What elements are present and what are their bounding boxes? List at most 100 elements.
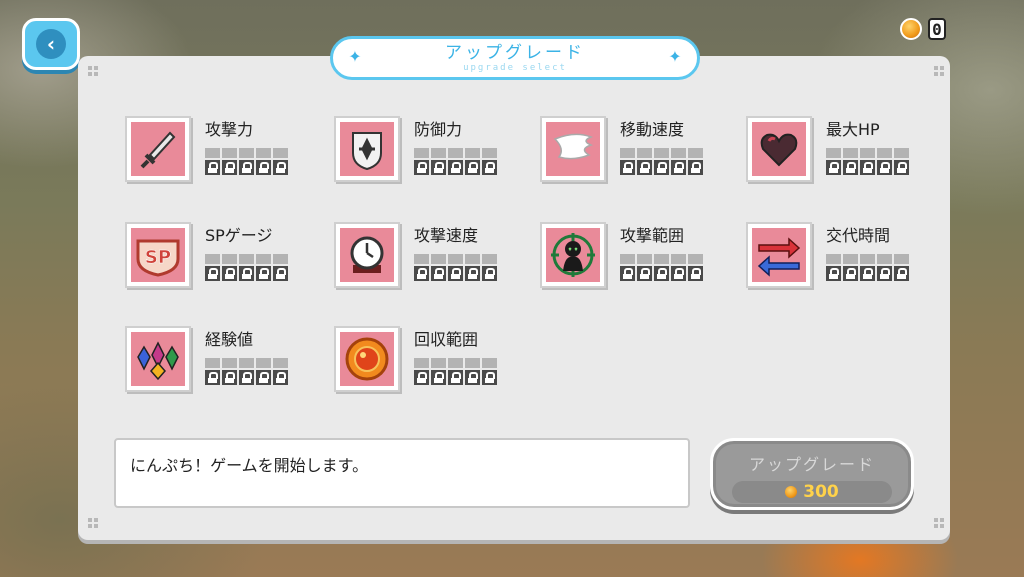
lock-row <box>414 160 497 175</box>
lock-icon <box>273 266 288 281</box>
level-bar <box>826 148 909 158</box>
coin-counter: 0 <box>900 18 946 40</box>
lock-icon <box>637 160 652 175</box>
lock-icon <box>222 160 237 175</box>
level-bar <box>826 254 909 264</box>
coin-icon <box>900 18 922 40</box>
svg-text:SP: SP <box>145 247 171 268</box>
lock-icon <box>482 370 497 385</box>
lock-icon <box>671 160 686 175</box>
lock-row <box>205 160 288 175</box>
upgrade-cost-value: 300 <box>803 482 839 502</box>
panel-corner-dots <box>934 66 944 76</box>
lock-icon <box>620 266 635 281</box>
upgrade-item-sp-gauge[interactable]: SP SPゲージ <box>125 222 315 302</box>
upgrade-item-max-hp[interactable]: 最大HP <box>746 116 936 196</box>
lock-icon <box>860 160 875 175</box>
lock-icon <box>620 160 635 175</box>
level-bar <box>620 254 703 264</box>
upgrade-item-defense[interactable]: 防御力 <box>334 116 524 196</box>
chevron-left-icon: ‹ <box>36 29 66 59</box>
sword-icon <box>140 131 176 169</box>
heart-icon <box>760 133 798 167</box>
upgrade-name: 攻撃範囲 <box>620 226 685 245</box>
shield-icon <box>352 132 382 171</box>
lock-icon <box>688 266 703 281</box>
level-bar <box>414 358 497 368</box>
coin-icon <box>785 486 798 498</box>
lock-icon <box>205 160 220 175</box>
level-bar <box>205 254 288 264</box>
upgrade-cost: 300 <box>732 481 892 503</box>
lock-icon <box>431 370 446 385</box>
lock-icon <box>894 266 909 281</box>
lock-icon <box>654 160 669 175</box>
lock-icon <box>826 266 841 281</box>
upgrade-item-attack-speed[interactable]: 攻撃速度 <box>334 222 524 302</box>
level-bar <box>414 148 497 158</box>
panel-corner-dots <box>934 518 944 528</box>
lock-icon <box>239 370 254 385</box>
lock-icon <box>273 160 288 175</box>
shuriken-icon: ✦ <box>668 47 682 66</box>
panel-corner-dots <box>88 66 98 76</box>
upgrade-name: 交代時間 <box>826 226 891 245</box>
page-subtitle: upgrade select <box>463 63 567 73</box>
lock-row <box>826 266 909 281</box>
upgrade-item-attack-range[interactable]: 攻撃範囲 <box>540 222 730 302</box>
message-text: にんぷち！ゲームを開始します。 <box>130 456 369 475</box>
lock-icon <box>860 266 875 281</box>
upgrade-item-pickup-range[interactable]: 回収範囲 <box>334 326 524 406</box>
lock-row <box>620 160 703 175</box>
upgrade-name: 攻撃速度 <box>414 226 479 245</box>
level-bar <box>414 254 497 264</box>
upgrade-item-move-speed[interactable]: 移動速度 <box>540 116 730 196</box>
lock-icon <box>414 370 429 385</box>
lock-icon <box>448 160 463 175</box>
back-button[interactable]: ‹ <box>22 18 80 70</box>
lock-icon <box>877 160 892 175</box>
level-bar <box>205 148 288 158</box>
upgrade-button[interactable]: アップグレード 300 <box>710 438 914 510</box>
lock-icon <box>414 266 429 281</box>
lock-icon <box>465 266 480 281</box>
lock-icon <box>414 160 429 175</box>
clock-icon <box>350 236 384 273</box>
lock-icon <box>205 266 220 281</box>
lock-icon <box>222 370 237 385</box>
upgrade-name: 回収範囲 <box>414 330 479 349</box>
lock-icon <box>654 266 669 281</box>
upgrade-name: 経験値 <box>205 330 254 349</box>
lock-icon <box>448 266 463 281</box>
lock-row <box>205 266 288 281</box>
lock-icon <box>843 266 858 281</box>
lock-row <box>826 160 909 175</box>
lock-icon <box>843 160 858 175</box>
upgrade-item-experience[interactable]: 経験値 <box>125 326 315 406</box>
lock-icon <box>482 160 497 175</box>
upgrade-name: 最大HP <box>826 120 880 139</box>
upgrade-item-swap-time[interactable]: 交代時間 <box>746 222 936 302</box>
lock-icon <box>256 370 271 385</box>
title-banner: ✦ アップグレード upgrade select ✦ <box>330 36 700 80</box>
orb-icon <box>345 337 389 381</box>
lock-icon <box>671 266 686 281</box>
lock-icon <box>688 160 703 175</box>
lock-icon <box>482 266 497 281</box>
level-bar <box>620 148 703 158</box>
crystals-icon <box>137 341 179 381</box>
lock-icon <box>205 370 220 385</box>
lock-icon <box>826 160 841 175</box>
lock-row <box>620 266 703 281</box>
lock-icon <box>256 160 271 175</box>
lock-icon <box>637 266 652 281</box>
lock-icon <box>465 160 480 175</box>
lock-icon <box>239 160 254 175</box>
lock-icon <box>431 160 446 175</box>
panel-corner-dots <box>88 518 98 528</box>
lock-icon <box>465 370 480 385</box>
coin-count: 0 <box>928 18 946 40</box>
lock-row <box>414 266 497 281</box>
upgrade-item-attack[interactable]: 攻撃力 <box>125 116 315 196</box>
message-box: にんぷち！ゲームを開始します。 <box>114 438 690 508</box>
